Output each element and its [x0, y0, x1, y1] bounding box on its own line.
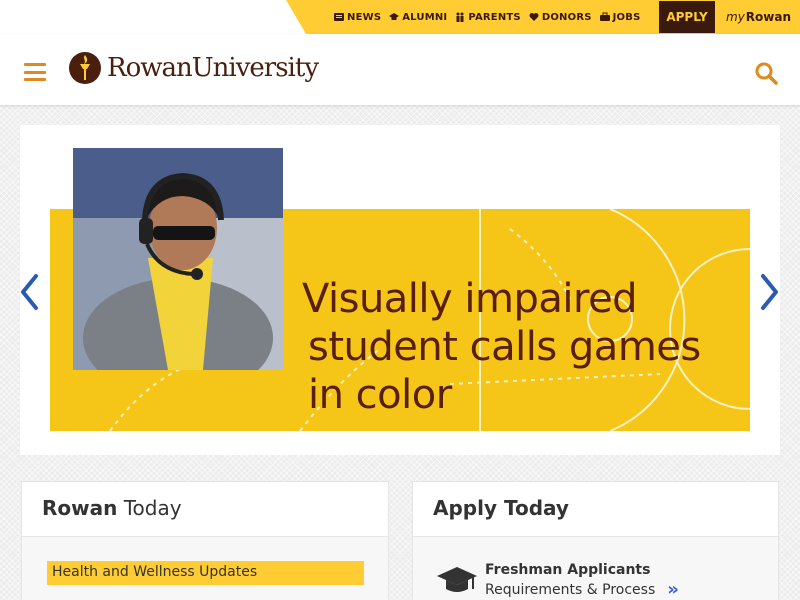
card-title: Apply Today [413, 482, 778, 537]
utility-link-news[interactable]: NEWS [334, 12, 381, 23]
headline-line-2: student calls games [308, 324, 701, 370]
torch-logo-icon [69, 52, 101, 84]
rowan-today-card: Rowan Today Health and Wellness Updates [21, 481, 389, 600]
myrowan-suffix: Rowan [745, 10, 792, 24]
chevron-right-icon[interactable] [757, 273, 781, 311]
utility-links: NEWS ALUMNI PARENTS DONORS JOBS [334, 0, 640, 34]
site-header: RowanUniversity [0, 34, 800, 105]
logo-word-rowan: Rowan [107, 53, 193, 83]
headline-line-3: in color [308, 372, 452, 418]
applicant-subtitle: Requirements & Process [485, 582, 656, 598]
headline-line-1: Visually impaired [302, 276, 638, 322]
utility-link-donors[interactable]: DONORS [529, 12, 592, 23]
utility-link-label: PARENTS [468, 11, 521, 23]
freshman-applicants-link[interactable]: Freshman Applicants Requirements & Proce… [437, 562, 679, 600]
card-title: Rowan Today [22, 482, 388, 537]
logo-wordmark: RowanUniversity [107, 53, 319, 83]
graduation-cap-icon [389, 13, 400, 20]
applicant-subtitle-row: Requirements & Process » [485, 579, 679, 600]
utility-link-label: NEWS [347, 11, 382, 23]
chevron-left-icon[interactable] [18, 273, 42, 311]
search-icon[interactable] [754, 61, 778, 85]
utility-link-label: ALUMNI [402, 11, 448, 23]
apply-button[interactable]: APPLY [659, 1, 715, 33]
utility-link-parents[interactable]: PARENTS [455, 11, 521, 23]
double-chevron-right-icon: » [667, 579, 679, 600]
hero-carousel: Visually impaired student calls games in… [20, 125, 780, 455]
card-title-bold: Rowan [42, 496, 118, 520]
broadcaster-photo [73, 148, 283, 370]
slide-photo [73, 148, 283, 370]
utility-link-label: DONORS [541, 11, 592, 23]
utility-link-label: JOBS [612, 11, 641, 23]
utility-link-jobs[interactable]: JOBS [599, 11, 641, 23]
heart-icon [529, 13, 539, 21]
myrowan-link[interactable]: my Rowan [726, 0, 791, 34]
family-icon [456, 12, 464, 22]
hamburger-icon[interactable] [24, 63, 46, 81]
news-item[interactable]: Health and Wellness Updates [47, 561, 364, 585]
utility-link-alumni[interactable]: ALUMNI [389, 12, 447, 23]
apply-today-card: Apply Today Freshman Applicants Requirem… [412, 481, 779, 600]
slide-headline[interactable]: Visually impaired student calls games in… [302, 275, 762, 419]
graduation-cap-icon [437, 567, 477, 592]
card-title-rest: Today [117, 496, 182, 520]
card-title-bold: Apply Today [433, 496, 569, 520]
logo-word-university: University [191, 53, 319, 83]
newspaper-icon [334, 13, 344, 21]
rowan-logo[interactable]: RowanUniversity [69, 51, 319, 85]
briefcase-icon [599, 12, 610, 21]
myrowan-prefix: my [726, 10, 745, 24]
utility-bar: NEWS ALUMNI PARENTS DONORS JOBS APPLY my… [0, 0, 800, 34]
applicant-title: Freshman Applicants [485, 562, 651, 578]
